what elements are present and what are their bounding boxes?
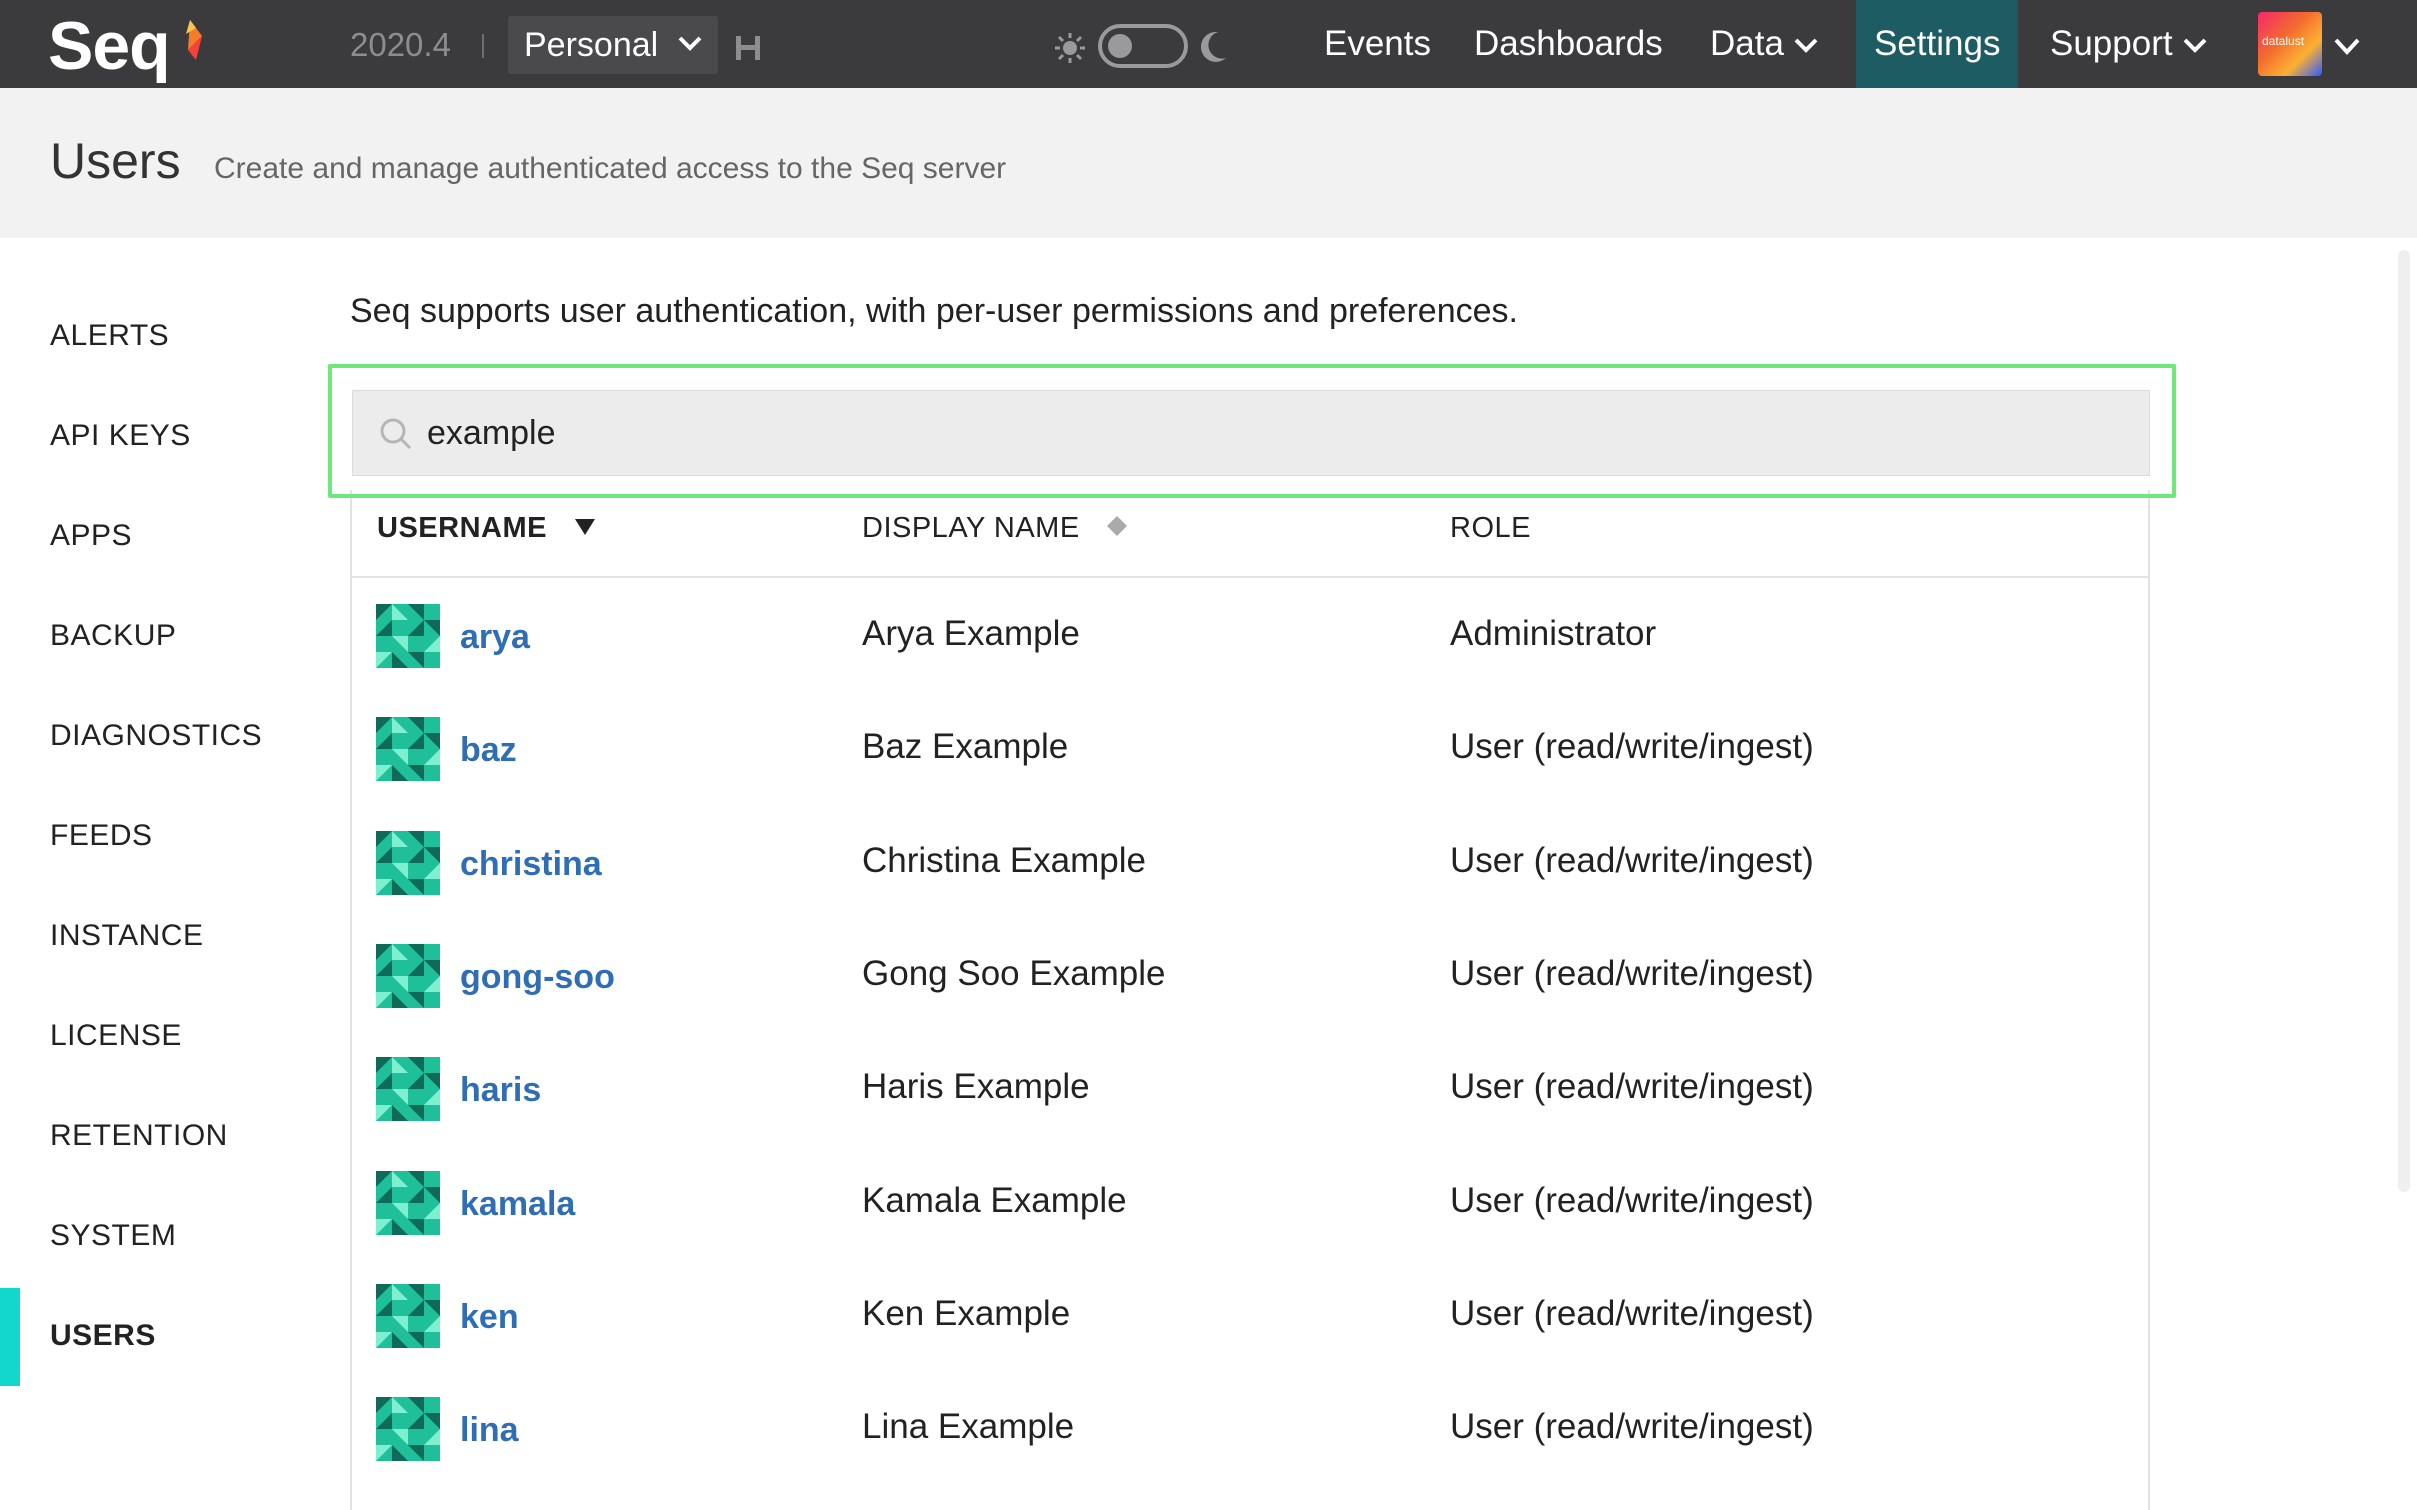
column-header-role[interactable]: ROLE <box>1450 512 1531 545</box>
workspace-selector[interactable]: Personal <box>508 16 718 74</box>
page-header: Users Create and manage authenticated ac… <box>0 88 2417 238</box>
moon-icon <box>1200 31 1226 62</box>
table-row: haris Haris Example User (read/write/inges… <box>352 1033 2148 1146</box>
display-name-cell: Christina Example <box>862 840 1146 880</box>
sort-unsorted-icon <box>1107 516 1128 536</box>
display-name-cell: Gong Soo Example <box>862 953 1166 993</box>
theme-toggle-knob <box>1108 34 1132 58</box>
user-avatar <box>376 604 440 668</box>
sun-icon <box>1055 33 1085 63</box>
seq-flame-icon <box>186 20 202 60</box>
scrollbar[interactable] <box>2398 250 2410 1192</box>
chevron-down-icon <box>2183 38 2207 53</box>
username-link[interactable]: christina <box>460 845 602 884</box>
column-header-display-name[interactable]: DISPLAY NAME <box>862 512 1128 545</box>
username-link[interactable]: arya <box>460 618 530 657</box>
seq-logo[interactable]: Seq <box>48 6 171 86</box>
table-row: arya Arya Example Administrator <box>352 580 2148 693</box>
role-cell: User (read/write/ingest) <box>1450 1407 1814 1447</box>
sidebar-item-retention[interactable]: RETENTION <box>0 1106 320 1166</box>
user-avatar <box>376 1170 440 1235</box>
users-intro-text: Seq supports user authentication, with p… <box>350 292 1518 330</box>
role-cell: User (read/write/ingest) <box>1450 1067 1814 1107</box>
sidebar-item-system[interactable]: SYSTEM <box>0 1206 320 1266</box>
chevron-down-icon[interactable] <box>2334 36 2360 58</box>
table-row: gong-soo Gong Soo Example User (read/write… <box>352 920 2148 1033</box>
role-cell: User (read/write/ingest) <box>1450 1180 1814 1220</box>
role-cell: User (read/write/ingest) <box>1450 840 1814 880</box>
save-icon[interactable] <box>734 34 762 62</box>
nav-settings[interactable]: Settings <box>1856 0 2019 88</box>
display-name-cell: Arya Example <box>862 614 1080 653</box>
search-highlight-frame <box>328 364 2176 498</box>
user-avatar <box>376 717 440 782</box>
username-link[interactable]: haris <box>460 1071 541 1110</box>
user-avatar <box>376 830 440 895</box>
role-cell: User (read/write/ingest) <box>1450 1293 1814 1333</box>
table-row: baz Baz Example User (read/write/ingest) <box>352 693 2148 806</box>
nav-events[interactable]: Events <box>1306 0 1449 88</box>
nav-dashboards[interactable]: Dashboards <box>1456 0 1681 88</box>
sidebar-item-apps[interactable]: APPS <box>0 506 320 566</box>
user-avatar <box>376 943 440 1008</box>
username-link[interactable]: gong-soo <box>460 958 615 997</box>
username-link[interactable]: ken <box>460 1298 519 1337</box>
user-avatar <box>376 1057 440 1122</box>
table-row: kamala Kamala Example User (read/write/ing… <box>352 1147 2148 1260</box>
sort-descending-icon <box>574 519 595 535</box>
theme-toggle[interactable] <box>1098 24 1188 68</box>
sidebar-item-api-keys[interactable]: API KEYS <box>0 406 320 466</box>
page-subtitle: Create and manage authenticated access t… <box>214 152 1007 185</box>
top-bar: Seq 2020.4 Personal Events Dashboards Da… <box>0 0 2417 88</box>
chevron-down-icon <box>1794 38 1818 53</box>
chevron-down-icon <box>678 36 702 51</box>
username-link[interactable]: baz <box>460 731 517 770</box>
sidebar-item-license[interactable]: LICENSE <box>0 1006 320 1066</box>
sidebar-item-backup[interactable]: BACKUP <box>0 606 320 666</box>
table-row: ken Ken Example User (read/write/ingest) <box>352 1260 2148 1373</box>
display-name-cell: Haris Example <box>862 1067 1090 1107</box>
sidebar-item-alerts[interactable]: ALERTS <box>0 306 320 366</box>
sidebar-item-users[interactable]: USERS <box>0 1306 320 1366</box>
table-row: lina Lina Example User (read/write/ingest) <box>352 1373 2148 1486</box>
display-name-cell: Lina Example <box>862 1407 1075 1447</box>
column-header-display-name-label: DISPLAY NAME <box>862 512 1080 544</box>
page-title: Users <box>50 133 181 189</box>
version-divider <box>482 34 484 58</box>
table-row: christina Christina Example User (read/wri… <box>352 807 2148 920</box>
column-header-username-label: USERNAME <box>377 512 547 544</box>
username-link[interactable]: lina <box>460 1411 519 1450</box>
account-label: datalust <box>2262 34 2305 48</box>
user-avatar <box>376 1283 440 1348</box>
sidebar-item-diagnostics[interactable]: DIAGNOSTICS <box>0 706 320 766</box>
workspace-label: Personal <box>524 26 659 64</box>
display-name-cell: Kamala Example <box>862 1180 1127 1220</box>
user-avatar <box>376 1397 440 1462</box>
role-cell: User (read/write/ingest) <box>1450 953 1814 993</box>
column-header-username[interactable]: USERNAME <box>377 512 596 545</box>
table-header-divider <box>352 576 2148 578</box>
username-link[interactable]: kamala <box>460 1185 575 1224</box>
role-cell: Administrator <box>1450 614 1657 653</box>
nav-data-label: Data <box>1710 24 1784 63</box>
role-cell: User (read/write/ingest) <box>1450 727 1814 767</box>
sidebar-item-feeds[interactable]: FEEDS <box>0 806 320 866</box>
nav-support[interactable]: Support <box>2032 0 2225 88</box>
nav-data[interactable]: Data <box>1692 0 1836 88</box>
nav-support-label: Support <box>2050 24 2173 63</box>
sidebar-item-instance[interactable]: INSTANCE <box>0 906 320 966</box>
display-name-cell: Baz Example <box>862 727 1069 767</box>
version-label: 2020.4 <box>350 26 451 63</box>
display-name-cell: Ken Example <box>862 1293 1071 1333</box>
